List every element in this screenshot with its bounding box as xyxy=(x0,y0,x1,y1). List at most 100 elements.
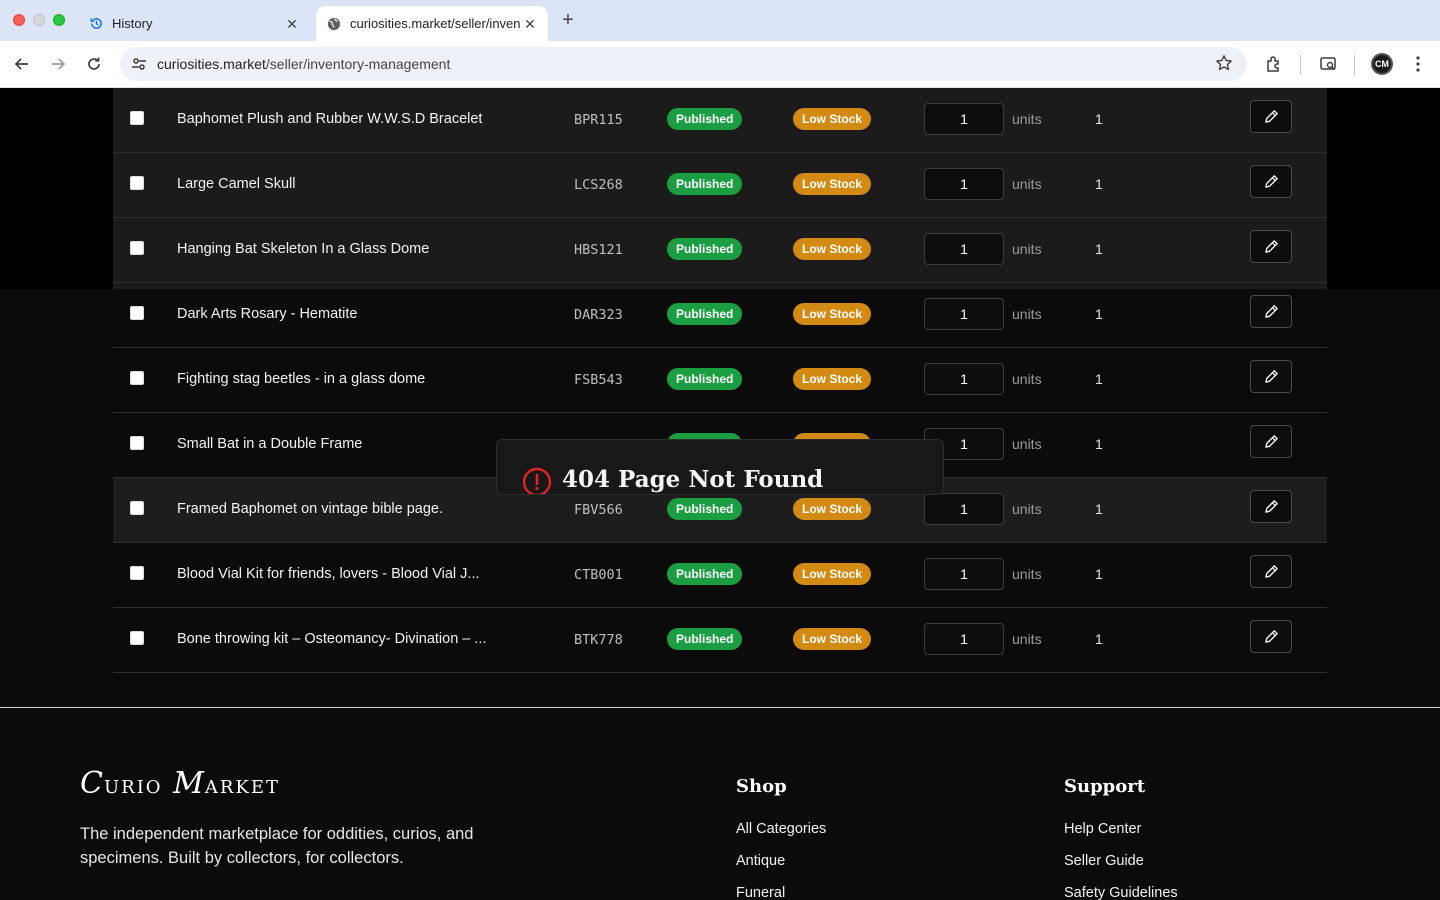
row-checkbox[interactable] xyxy=(130,501,144,515)
logo-rest-1: URIO xyxy=(103,777,163,798)
edit-button[interactable] xyxy=(1250,620,1292,653)
reload-icon[interactable] xyxy=(82,52,106,76)
available-count: 1 xyxy=(1095,566,1103,582)
toolbar-divider xyxy=(1354,55,1355,75)
stock-badge: Low Stock xyxy=(793,628,872,650)
back-icon[interactable] xyxy=(10,52,34,76)
edit-button[interactable] xyxy=(1250,165,1292,198)
table-row: Baphomet Plush and Rubber W.W.S.D Bracel… xyxy=(113,88,1327,153)
site-settings-icon[interactable] xyxy=(130,55,148,73)
tab-history[interactable]: History ✕ xyxy=(78,6,310,41)
edit-button[interactable] xyxy=(1250,555,1292,588)
edit-button[interactable] xyxy=(1250,100,1292,133)
row-checkbox[interactable] xyxy=(130,176,144,190)
edit-button[interactable] xyxy=(1250,425,1292,458)
bookmark-star-icon[interactable] xyxy=(1215,54,1235,74)
pencil-icon xyxy=(1264,565,1278,578)
more-menu-icon[interactable] xyxy=(1407,53,1429,75)
table-row: Bone throwing kit – Osteomancy- Divinati… xyxy=(113,608,1327,673)
footer-link-all-categories[interactable]: All Categories xyxy=(736,821,826,837)
product-name[interactable]: Blood Vial Kit for friends, lovers - Blo… xyxy=(177,566,480,582)
quantity-input[interactable]: 1 xyxy=(924,493,1004,525)
pencil-icon xyxy=(1264,435,1278,448)
footer-link-funeral[interactable]: Funeral xyxy=(736,885,785,900)
edit-button[interactable] xyxy=(1250,490,1292,523)
product-name[interactable]: Baphomet Plush and Rubber W.W.S.D Bracel… xyxy=(177,111,482,127)
footer-tagline: The independent marketplace for oddities… xyxy=(80,825,474,867)
product-name[interactable]: Hanging Bat Skeleton In a Glass Dome xyxy=(177,241,429,257)
browser-tab-bar: History ✕ curiosities.market/seller/inve… xyxy=(0,0,1440,41)
history-icon xyxy=(88,16,104,32)
status-badge: Published xyxy=(667,173,743,195)
product-name[interactable]: Framed Baphomet on vintage bible page. xyxy=(177,501,443,517)
status-badge: Published xyxy=(667,368,743,390)
extensions-icon[interactable] xyxy=(1263,53,1285,75)
address-bar[interactable]: curiosities.market/seller/inventory-mana… xyxy=(120,47,1247,81)
curio-market-logo[interactable]: CURIO MARKET xyxy=(80,766,280,801)
page-content: Baphomet Plush and Rubber W.W.S.D Bracel… xyxy=(0,88,1440,900)
footer-link-help-center[interactable]: Help Center xyxy=(1064,821,1141,837)
table-row: Large Camel Skull LCS268 Published Low Stoc… xyxy=(113,153,1327,218)
units-label: units xyxy=(1012,371,1042,387)
units-label: units xyxy=(1012,631,1042,647)
close-icon[interactable]: ✕ xyxy=(284,16,300,32)
available-count: 1 xyxy=(1095,306,1103,322)
pencil-icon xyxy=(1264,630,1278,643)
quantity-input[interactable]: 1 xyxy=(924,363,1004,395)
tab-search-icon[interactable] xyxy=(1317,53,1339,75)
footer-shop-title: Shop xyxy=(736,776,787,797)
footer-link-antique[interactable]: Antique xyxy=(736,853,785,869)
window-close-button[interactable] xyxy=(13,14,25,26)
row-checkbox[interactable] xyxy=(130,306,144,320)
product-name[interactable]: Small Bat in a Double Frame xyxy=(177,436,362,452)
product-name[interactable]: Bone throwing kit – Osteomancy- Divinati… xyxy=(177,631,486,647)
available-count: 1 xyxy=(1095,371,1103,387)
quantity-input[interactable]: 1 xyxy=(924,623,1004,655)
tab-inventory[interactable]: curiosities.market/seller/inven ✕ xyxy=(316,6,548,41)
row-checkbox[interactable] xyxy=(130,631,144,645)
available-count: 1 xyxy=(1095,436,1103,452)
product-sku: DAR323 xyxy=(574,307,623,323)
product-sku: BPR115 xyxy=(574,112,623,128)
edit-button[interactable] xyxy=(1250,295,1292,328)
tab-title: History xyxy=(112,16,153,31)
row-checkbox[interactable] xyxy=(130,371,144,385)
forward-icon[interactable] xyxy=(46,52,70,76)
quantity-input[interactable]: 1 xyxy=(924,298,1004,330)
units-label: units xyxy=(1012,501,1042,517)
pencil-icon xyxy=(1264,370,1278,383)
globe-icon xyxy=(326,16,342,32)
row-checkbox[interactable] xyxy=(130,241,144,255)
edit-button[interactable] xyxy=(1250,230,1292,263)
status-badge: Published xyxy=(667,563,743,585)
product-name[interactable]: Large Camel Skull xyxy=(177,176,295,192)
quantity-input[interactable]: 1 xyxy=(924,103,1004,135)
profile-avatar[interactable]: CM xyxy=(1371,53,1393,75)
close-icon[interactable]: ✕ xyxy=(522,16,538,32)
logo-cap-1: C xyxy=(80,766,104,801)
quantity-input[interactable]: 1 xyxy=(924,168,1004,200)
footer-link-safety-guidelines[interactable]: Safety Guidelines xyxy=(1064,885,1178,900)
product-sku: BTK778 xyxy=(574,632,623,648)
table-row: Fighting stag beetles - in a glass dome F… xyxy=(113,348,1327,413)
row-checkbox[interactable] xyxy=(130,111,144,125)
quantity-input[interactable]: 1 xyxy=(924,558,1004,590)
product-sku: FBV566 xyxy=(574,502,623,518)
pencil-icon xyxy=(1264,500,1278,513)
row-checkbox[interactable] xyxy=(130,436,144,450)
window-minimize-button[interactable] xyxy=(33,14,45,26)
stock-badge: Low Stock xyxy=(793,563,872,585)
quantity-input[interactable]: 1 xyxy=(924,233,1004,265)
logo-rest-2: ARKET xyxy=(204,777,280,798)
product-name[interactable]: Dark Arts Rosary - Hematite xyxy=(177,306,358,322)
status-badge: Published xyxy=(667,238,743,260)
stock-badge: Low Stock xyxy=(793,498,872,520)
footer-link-seller-guide[interactable]: Seller Guide xyxy=(1064,853,1144,869)
window-maximize-button[interactable] xyxy=(53,14,65,26)
new-tab-button[interactable]: + xyxy=(558,9,578,31)
row-checkbox[interactable] xyxy=(130,566,144,580)
product-sku: LCS268 xyxy=(574,177,623,193)
edit-button[interactable] xyxy=(1250,360,1292,393)
stock-badge: Low Stock xyxy=(793,303,872,325)
product-name[interactable]: Fighting stag beetles - in a glass dome xyxy=(177,371,425,387)
